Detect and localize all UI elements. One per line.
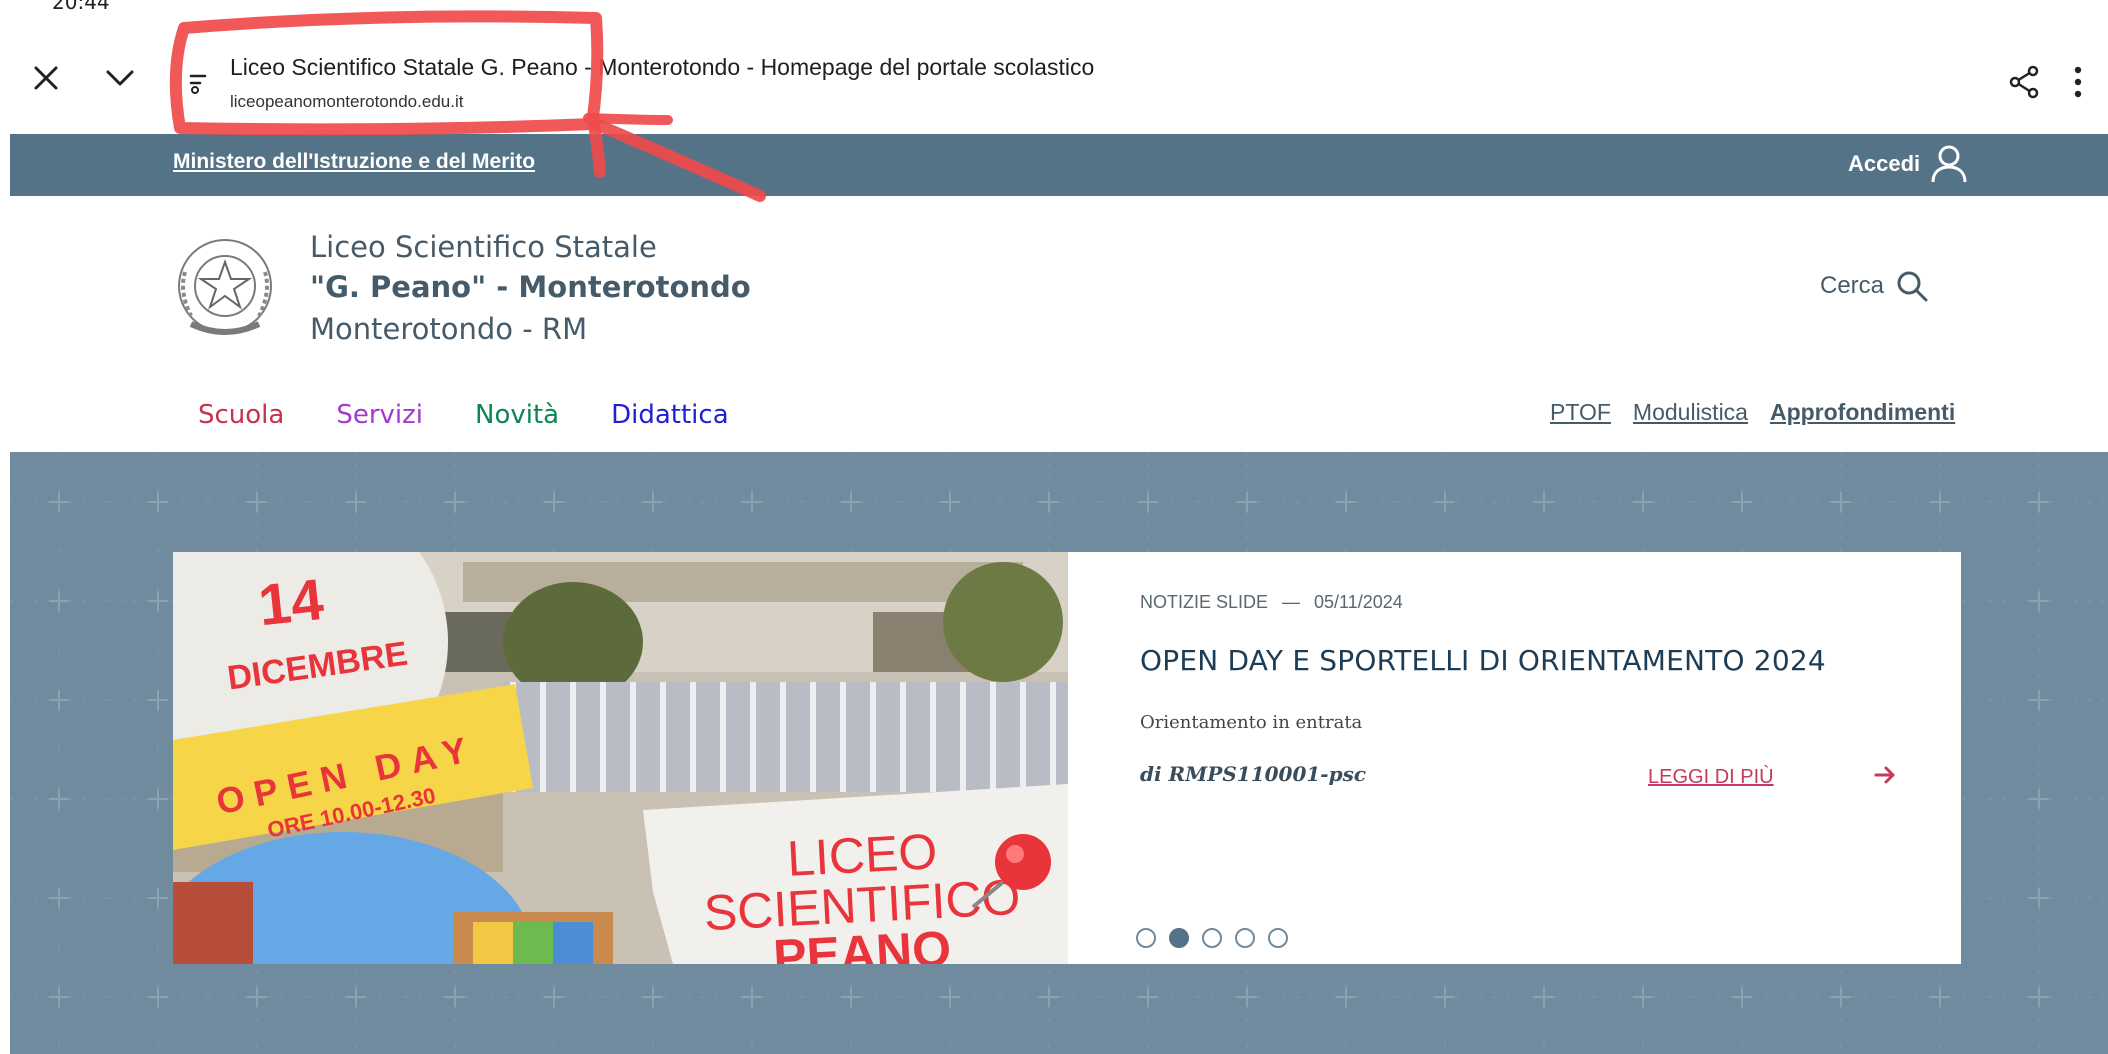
- main-navigation: Scuola Servizi Novità Didattica: [198, 400, 729, 430]
- carousel-dot-2[interactable]: [1169, 928, 1189, 948]
- search-button[interactable]: Cerca: [1820, 270, 1928, 302]
- more-options-button[interactable]: [2058, 52, 2098, 112]
- nav-item-servizi[interactable]: Servizi: [336, 400, 423, 430]
- brand-line-3: Monterotondo - RM: [310, 312, 588, 346]
- share-button[interactable]: [1994, 52, 2054, 112]
- slide-card: NOTIZIE SLIDE — 05/11/2024 OPEN DAY E SPOR…: [1068, 552, 1961, 964]
- brand-line-1[interactable]: Liceo Scientifico Statale: [310, 230, 657, 264]
- arrow-right-icon: [1874, 766, 1895, 784]
- carousel-dot-1[interactable]: [1136, 928, 1156, 948]
- carousel-dot-5[interactable]: [1268, 928, 1288, 948]
- login-button[interactable]: Accedi: [1848, 144, 1968, 184]
- slide-category[interactable]: NOTIZIE SLIDE: [1140, 592, 1268, 612]
- brand-line-2[interactable]: "G. Peano" - Monterotondo: [310, 270, 751, 304]
- meta-separator: —: [1282, 592, 1301, 612]
- site-header: Liceo Scientifico Statale "G. Peano" - M…: [10, 196, 2108, 452]
- slide-subtitle: Orientamento in entrata: [1140, 712, 1363, 733]
- browser-toolbar: Liceo Scientifico Statale G. Peano - Mon…: [0, 22, 2108, 134]
- poster-day: 14: [255, 567, 326, 638]
- page-title[interactable]: Liceo Scientifico Statale G. Peano - Mon…: [230, 54, 1094, 81]
- nav-link-modulistica[interactable]: Modulistica: [1633, 399, 1748, 426]
- user-icon: [1931, 145, 1967, 183]
- read-more-arrow[interactable]: [1874, 764, 1896, 790]
- close-button[interactable]: [16, 48, 76, 108]
- page-url[interactable]: liceopeanomonterotondo.edu.it: [230, 92, 463, 112]
- slide-image[interactable]: 14 DICEMBRE OPEN DAY ORE 10.00-12.30 LIC…: [173, 552, 1068, 964]
- slim-header: Ministero dell'Istruzione e del Merito A…: [10, 134, 2108, 196]
- republic-emblem-icon: [178, 239, 272, 335]
- slide-date: 05/11/2024: [1314, 592, 1403, 612]
- minimize-button[interactable]: [90, 48, 150, 108]
- carousel-dots: [1136, 928, 1288, 948]
- hero-section: 14 DICEMBRE OPEN DAY ORE 10.00-12.30 LIC…: [10, 452, 2108, 1054]
- read-more-link[interactable]: LEGGI DI PIÙ: [1648, 766, 1774, 789]
- chevron-down-icon: [106, 70, 134, 86]
- site-settings-icon: [189, 74, 207, 94]
- site-settings-button[interactable]: [168, 58, 228, 108]
- status-clock: 20:44: [52, 0, 110, 14]
- nav-link-ptof[interactable]: PTOF: [1550, 399, 1611, 426]
- close-icon: [34, 66, 58, 90]
- search-label: Cerca: [1820, 272, 1885, 299]
- nav-item-scuola[interactable]: Scuola: [198, 400, 284, 430]
- carousel-dot-3[interactable]: [1202, 928, 1222, 948]
- slide-author: di RMPS110001-psc: [1140, 762, 1367, 786]
- status-bar: 20:44: [0, 0, 2108, 22]
- nav-link-approfondimenti[interactable]: Approfondimenti: [1770, 399, 1955, 426]
- carousel-dot-4[interactable]: [1235, 928, 1255, 948]
- share-icon: [2009, 65, 2039, 99]
- ministry-link[interactable]: Ministero dell'Istruzione e del Merito: [173, 150, 535, 174]
- login-label: Accedi: [1848, 151, 1921, 176]
- slide-meta: NOTIZIE SLIDE — 05/11/2024: [1140, 592, 1403, 613]
- search-icon: [1897, 271, 1928, 302]
- secondary-navigation: PTOF Modulistica Approfondimenti: [1550, 399, 1955, 426]
- school-logo[interactable]: [173, 232, 277, 348]
- slide-title[interactable]: OPEN DAY E SPORTELLI DI ORIENTAMENTO 202…: [1140, 644, 1826, 677]
- open-day-poster: 14 DICEMBRE OPEN DAY ORE 10.00-12.30 LIC…: [173, 552, 1068, 964]
- nav-item-didattica[interactable]: Didattica: [611, 400, 729, 430]
- more-vert-icon: [2074, 66, 2082, 98]
- nav-item-novita[interactable]: Novità: [475, 400, 559, 430]
